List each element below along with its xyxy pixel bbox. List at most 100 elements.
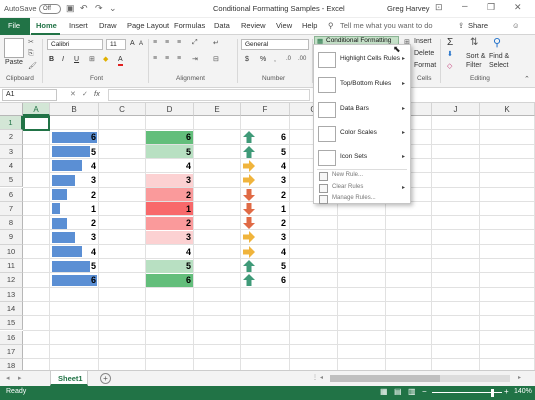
- cell-value[interactable]: 3: [54, 230, 96, 244]
- row-header-12[interactable]: 12: [0, 273, 23, 288]
- comments-icon[interactable]: ☺: [512, 21, 520, 30]
- row-header-6[interactable]: 6: [0, 187, 23, 202]
- cut-icon[interactable]: ✂: [28, 38, 34, 46]
- menu-item-manage-rules[interactable]: Manage Rules...: [314, 195, 410, 205]
- redo-icon[interactable]: ↷: [95, 3, 103, 14]
- tell-me-box[interactable]: Tell me what you want to do: [340, 21, 433, 30]
- cell-value[interactable]: 3: [244, 173, 286, 187]
- align-right-icon[interactable]: ≡: [177, 55, 181, 62]
- decrease-decimal-icon[interactable]: .00: [298, 56, 306, 62]
- wrap-text-icon[interactable]: ↵: [213, 39, 219, 47]
- tab-view[interactable]: View: [276, 21, 292, 30]
- row-header-8[interactable]: 8: [0, 216, 23, 231]
- confirm-entry-icon[interactable]: ✓: [82, 90, 88, 98]
- number-format-combo[interactable]: General: [241, 39, 309, 50]
- cell-value[interactable]: 1: [244, 202, 286, 216]
- delete-cells-button[interactable]: Delete: [414, 50, 434, 57]
- cell-value[interactable]: 6: [54, 273, 96, 287]
- customize-qat-icon[interactable]: ⌄: [109, 3, 117, 14]
- cell-value[interactable]: 1: [54, 202, 96, 216]
- row-header-15[interactable]: 15: [0, 316, 23, 331]
- normal-view-icon[interactable]: ▦: [380, 387, 388, 396]
- row-header-18[interactable]: 18: [0, 359, 23, 370]
- indent-icon[interactable]: ⇥: [192, 55, 198, 63]
- cell-value[interactable]: 2: [244, 216, 286, 230]
- tab-draw[interactable]: Draw: [99, 21, 117, 30]
- scroll-right-icon[interactable]: ▸: [518, 374, 521, 381]
- name-box[interactable]: A1: [2, 89, 57, 101]
- underline-button[interactable]: U: [74, 56, 79, 63]
- cell-value[interactable]: 2: [244, 188, 286, 202]
- menu-item-top-bottom-rules[interactable]: Top/Bottom Rules ▸: [314, 76, 410, 94]
- cell-value[interactable]: 6: [149, 273, 191, 287]
- cell-value[interactable]: 4: [149, 159, 191, 173]
- grow-font-icon[interactable]: A: [130, 40, 135, 47]
- restore-icon[interactable]: ❐: [487, 2, 495, 13]
- row-header-17[interactable]: 17: [0, 344, 23, 360]
- tab-page-layout[interactable]: Page Layout: [127, 21, 169, 30]
- cell-value[interactable]: 2: [54, 216, 96, 230]
- top-align-icon[interactable]: ≡: [153, 39, 157, 46]
- fill-color-icon[interactable]: ◆: [103, 55, 108, 63]
- prev-sheet-icon[interactable]: ◂: [6, 374, 10, 382]
- cell-value[interactable]: 5: [54, 259, 96, 273]
- font-size-combo[interactable]: 11: [106, 39, 126, 50]
- insert-function-button[interactable]: fx: [94, 89, 100, 98]
- collapse-ribbon-icon[interactable]: ⌃: [524, 75, 530, 83]
- cell-value[interactable]: 6: [54, 130, 96, 144]
- tab-review[interactable]: Review: [241, 21, 266, 30]
- worksheet-grid[interactable]: ABCDEFGHIJK 123456789101112131415161718 …: [0, 103, 535, 370]
- find-select-label-2[interactable]: Select: [489, 62, 508, 69]
- formula-input[interactable]: [108, 89, 310, 101]
- close-icon[interactable]: ✕: [514, 2, 522, 13]
- cell-value[interactable]: 3: [149, 230, 191, 244]
- page-layout-view-icon[interactable]: ▤: [394, 387, 402, 396]
- tab-insert[interactable]: Insert: [69, 21, 88, 30]
- row-header-2[interactable]: 2: [0, 130, 23, 145]
- paste-button[interactable]: Paste: [5, 59, 23, 66]
- cell-value[interactable]: 5: [244, 259, 286, 273]
- active-cell-cursor[interactable]: [23, 116, 50, 131]
- row-header-9[interactable]: 9: [0, 230, 23, 245]
- row-header-11[interactable]: 11: [0, 259, 23, 274]
- share-button[interactable]: Share: [468, 21, 488, 30]
- zoom-slider-thumb[interactable]: [491, 389, 494, 397]
- cell-value[interactable]: 3: [54, 173, 96, 187]
- cell-value[interactable]: 4: [244, 159, 286, 173]
- row-header-3[interactable]: 3: [0, 144, 23, 159]
- menu-item-new-rule[interactable]: New Rule...: [314, 172, 410, 182]
- cell-value[interactable]: 5: [149, 145, 191, 159]
- cell-value[interactable]: 6: [149, 130, 191, 144]
- fill-icon[interactable]: ⬇: [447, 50, 453, 58]
- cell-value[interactable]: 5: [244, 145, 286, 159]
- font-color-icon[interactable]: A: [118, 56, 123, 66]
- align-left-icon[interactable]: ≡: [153, 55, 157, 62]
- menu-item-color-scales[interactable]: Color Scales ▸: [314, 125, 410, 143]
- shrink-font-icon[interactable]: A: [139, 41, 143, 47]
- currency-button[interactable]: $: [245, 56, 249, 63]
- find-select-label[interactable]: Find &: [489, 53, 509, 60]
- cell-value[interactable]: 5: [149, 259, 191, 273]
- menu-item-icon-sets[interactable]: Icon Sets ▸: [314, 149, 410, 167]
- cell-value[interactable]: 3: [149, 173, 191, 187]
- tab-home[interactable]: Home: [31, 18, 60, 35]
- zoom-level[interactable]: 140%: [514, 388, 532, 395]
- orientation-icon[interactable]: ⤢: [192, 39, 198, 47]
- scrollbar-thumb[interactable]: [330, 375, 440, 382]
- sheet-tab-sheet1[interactable]: Sheet1: [50, 371, 88, 386]
- cell-value[interactable]: 2: [54, 188, 96, 202]
- column-header-b[interactable]: B: [50, 103, 99, 116]
- bold-button[interactable]: B: [49, 56, 54, 63]
- borders-icon[interactable]: ⊞: [89, 55, 95, 63]
- merge-center-icon[interactable]: ⊟: [213, 55, 219, 63]
- column-header-e[interactable]: E: [194, 103, 241, 116]
- column-header-j[interactable]: J: [432, 103, 480, 116]
- percent-button[interactable]: %: [260, 56, 266, 63]
- tab-formulas[interactable]: Formulas: [174, 21, 205, 30]
- cell-value[interactable]: 4: [149, 245, 191, 259]
- row-header-4[interactable]: 4: [0, 158, 23, 174]
- row-header-1[interactable]: 1: [0, 116, 23, 131]
- insert-cells-button[interactable]: Insert: [414, 38, 432, 45]
- autosum-button[interactable]: Σ: [447, 37, 453, 48]
- cell-value[interactable]: 6: [244, 130, 286, 144]
